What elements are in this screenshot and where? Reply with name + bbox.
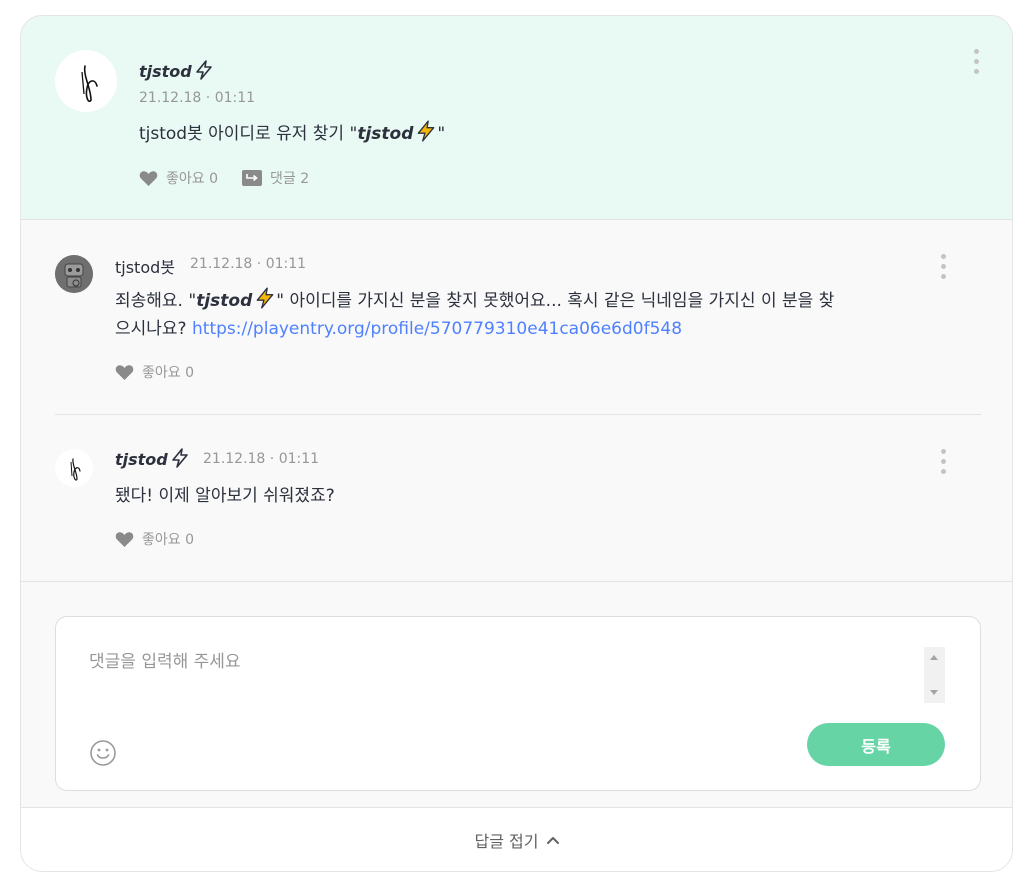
input-section-divider <box>21 581 1012 582</box>
heart-icon <box>139 170 158 186</box>
post-text-emphasis: tjstod <box>357 124 414 144</box>
post-more-icon[interactable] <box>971 49 981 75</box>
comment-1-text-emphasis: tjstod <box>196 291 253 311</box>
comment-1-more-icon[interactable] <box>938 254 948 280</box>
comment-2-avatar[interactable] <box>55 449 93 487</box>
comment-2-author-text: tjstod <box>115 450 168 469</box>
input-scrollbar[interactable] <box>924 647 945 703</box>
post-text-after: " <box>437 124 446 144</box>
comment-1-text-a: 죄송해요. " <box>115 291 197 311</box>
comment-input[interactable] <box>89 647 919 707</box>
submit-button[interactable]: 등록 <box>807 723 945 766</box>
emoji-icon[interactable] <box>89 739 117 767</box>
fold-replies-label: 답글 접기 <box>474 832 539 851</box>
comment-divider <box>55 414 981 415</box>
comment-1-time: 21.12.18 · 01:11 <box>190 256 307 272</box>
lightning-icon <box>417 120 435 142</box>
robot-avatar-image <box>55 255 93 293</box>
reply-icon <box>242 170 262 186</box>
post-like-button[interactable]: 좋아요 0 <box>139 168 218 188</box>
comment-1-text-b: " 아이디를 가지신 분을 찾지 못했어요... 혹시 같은 닉네임을 가지신 … <box>276 291 835 311</box>
post-text: tjstod봇 아이디로 유저 찾기 "tjstod " <box>139 120 899 148</box>
comment-2-more-icon[interactable] <box>938 449 948 475</box>
scroll-up-icon[interactable] <box>930 655 938 660</box>
signature-avatar-image <box>81 65 98 103</box>
thread-footer: 답글 접기 <box>21 807 1012 871</box>
post-reply-label: 댓글 2 <box>270 171 310 187</box>
comment-1-text-c: 으시나요? <box>115 319 192 339</box>
comment-input-box: 등록 <box>55 616 981 791</box>
post-author-name-text: tjstod <box>139 62 192 81</box>
comment-1-author[interactable]: tjstod봇 <box>115 254 175 278</box>
comment-1-like-button[interactable]: 좋아요 0 <box>115 362 194 382</box>
signature-avatar-image <box>70 458 81 481</box>
comment-thread-card: tjstod 21.12.18 · 01:11 tjstod봇 아이디로 유저 … <box>20 15 1013 872</box>
original-post: tjstod 21.12.18 · 01:11 tjstod봇 아이디로 유저 … <box>21 16 1012 220</box>
post-reply-button[interactable]: 댓글 2 <box>242 168 309 188</box>
lightning-icon <box>171 448 188 468</box>
post-time: 21.12.18 · 01:11 <box>139 90 256 106</box>
scroll-down-icon[interactable] <box>930 690 938 695</box>
comment-1-like-label: 좋아요 0 <box>142 365 194 381</box>
heart-icon <box>115 364 134 380</box>
comment-2-like-label: 좋아요 0 <box>142 532 194 548</box>
post-author-avatar[interactable] <box>55 50 117 112</box>
profile-link[interactable]: https://playentry.org/profile/570779310e… <box>192 319 682 339</box>
comment-2-time: 21.12.18 · 01:11 <box>203 451 320 467</box>
comment-2-like-button[interactable]: 좋아요 0 <box>115 529 194 549</box>
heart-icon <box>115 531 134 547</box>
chevron-up-icon <box>547 837 560 844</box>
lightning-icon <box>256 287 274 309</box>
bot-avatar[interactable] <box>55 255 93 293</box>
post-like-label: 좋아요 0 <box>166 171 218 187</box>
fold-replies-button[interactable]: 답글 접기 <box>21 808 1012 871</box>
post-author-name[interactable]: tjstod <box>139 60 214 81</box>
comment-2-text: 됐다! 이제 알아보기 쉬워졌죠? <box>115 486 335 506</box>
lightning-icon <box>195 60 212 80</box>
comment-1-text: 죄송해요. "tjstod " 아이디를 가지신 분을 찾지 못했어요... 혹시… <box>115 287 915 343</box>
post-text-before: tjstod봇 아이디로 유저 찾기 " <box>139 124 358 144</box>
comment-2-author[interactable]: tjstod <box>115 448 190 469</box>
